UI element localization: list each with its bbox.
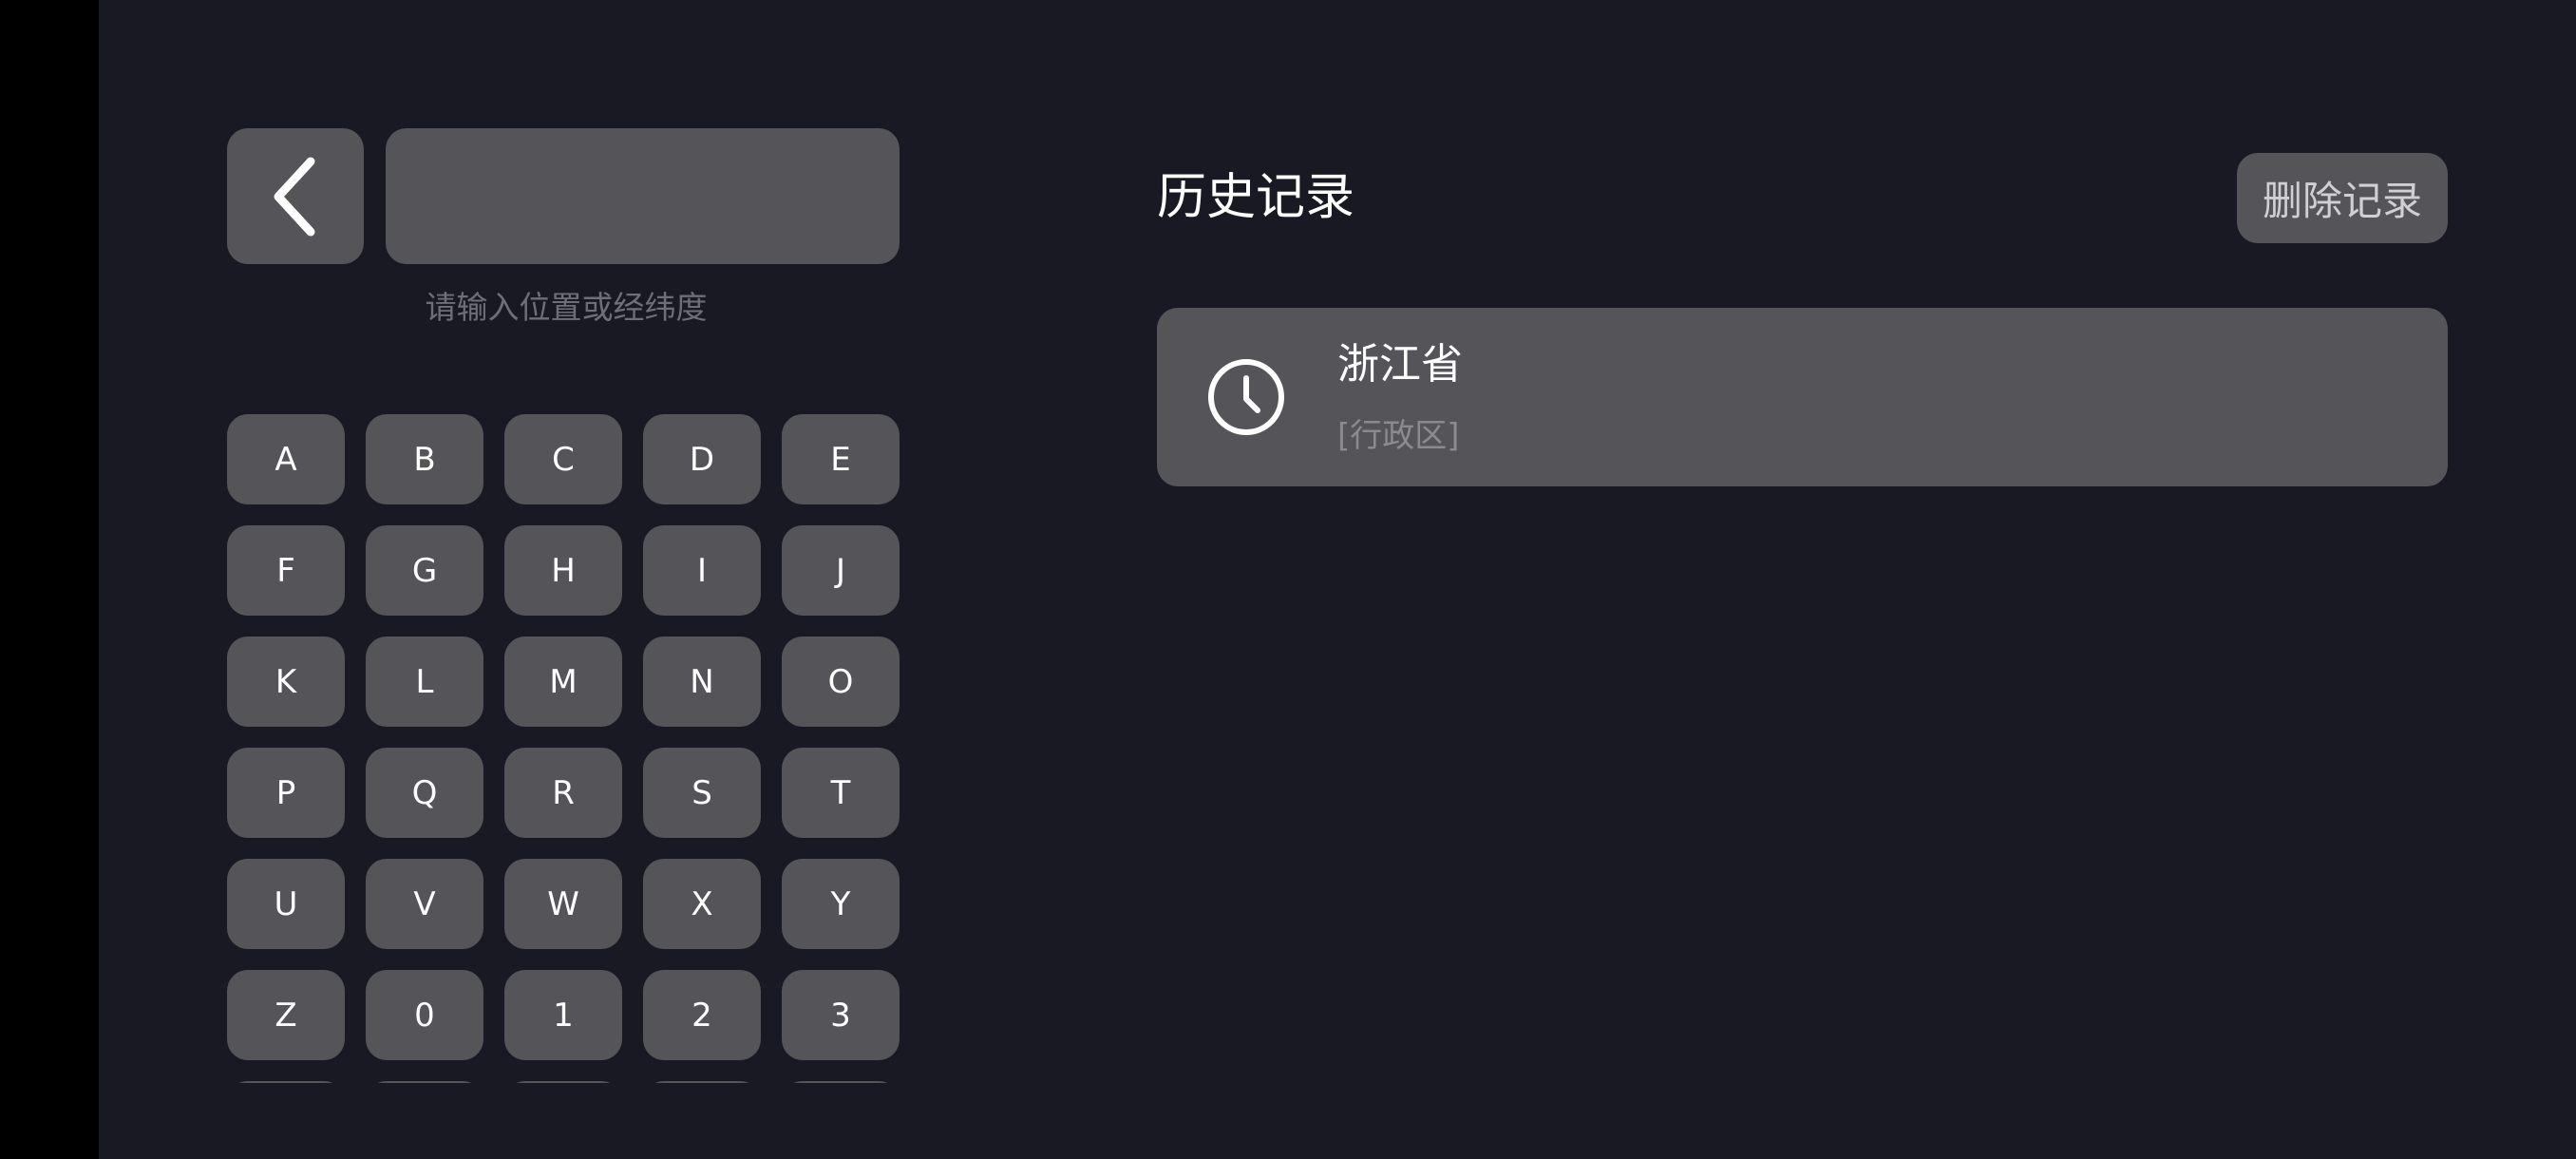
left-edge-bar xyxy=(0,0,99,1159)
key-b[interactable]: B xyxy=(366,414,483,504)
key-8[interactable]: 8 xyxy=(782,1081,900,1083)
key-n[interactable]: N xyxy=(643,636,761,727)
key-f[interactable]: F xyxy=(227,525,345,616)
key-l[interactable]: L xyxy=(366,636,483,727)
key-o[interactable]: O xyxy=(782,636,900,727)
key-v[interactable]: V xyxy=(366,859,483,949)
key-w[interactable]: W xyxy=(504,859,622,949)
key-6[interactable]: 6 xyxy=(504,1081,622,1083)
key-k[interactable]: K xyxy=(227,636,345,727)
search-hint: 请输入位置或经纬度 xyxy=(425,289,708,326)
key-m[interactable]: M xyxy=(504,636,622,727)
key-1[interactable]: 1 xyxy=(504,970,622,1060)
key-t[interactable]: T xyxy=(782,748,900,838)
key-j[interactable]: J xyxy=(782,525,900,616)
key-4[interactable]: 4 xyxy=(227,1081,345,1083)
key-s[interactable]: S xyxy=(643,748,761,838)
key-q[interactable]: Q xyxy=(366,748,483,838)
history-item-type: [行政区] xyxy=(1337,417,1460,455)
key-z[interactable]: Z xyxy=(227,970,345,1060)
key-y[interactable]: Y xyxy=(782,859,900,949)
key-a[interactable]: A xyxy=(227,414,345,504)
key-r[interactable]: R xyxy=(504,748,622,838)
key-h[interactable]: H xyxy=(504,525,622,616)
history-item[interactable]: 浙江省 [行政区] xyxy=(1157,308,2448,486)
key-p[interactable]: P xyxy=(227,748,345,838)
delete-history-button[interactable]: 删除记录 xyxy=(2237,153,2448,243)
key-u[interactable]: U xyxy=(227,859,345,949)
chevron-left-icon xyxy=(274,157,315,236)
key-i[interactable]: I xyxy=(643,525,761,616)
history-item-name: 浙江省 xyxy=(1337,340,1463,389)
search-input[interactable] xyxy=(386,128,900,264)
letter-keyboard: A B C D E F G H I J K L M N O P Q R S T … xyxy=(227,414,900,1083)
key-c[interactable]: C xyxy=(504,414,622,504)
key-e[interactable]: E xyxy=(782,414,900,504)
key-2[interactable]: 2 xyxy=(643,970,761,1060)
clock-icon xyxy=(1208,359,1284,435)
key-0[interactable]: 0 xyxy=(366,970,483,1060)
key-7[interactable]: 7 xyxy=(643,1081,761,1083)
history-title: 历史记录 xyxy=(1157,169,1355,226)
back-button[interactable] xyxy=(227,128,364,264)
key-3[interactable]: 3 xyxy=(782,970,900,1060)
key-x[interactable]: X xyxy=(643,859,761,949)
key-d[interactable]: D xyxy=(643,414,761,504)
key-5[interactable]: 5 xyxy=(366,1081,483,1083)
key-g[interactable]: G xyxy=(366,525,483,616)
